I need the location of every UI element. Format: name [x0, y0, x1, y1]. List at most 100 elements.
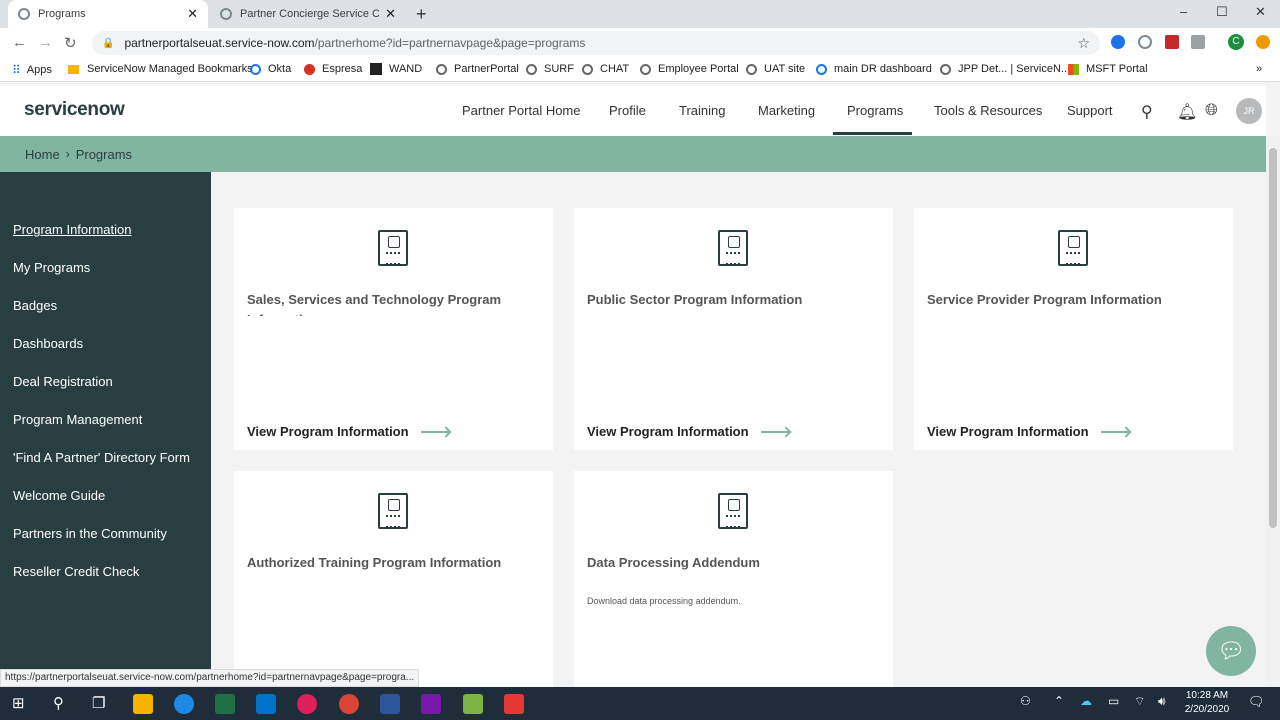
view-program-link[interactable]: View Program Information: [587, 424, 789, 439]
sidebar-item-find-a-partner[interactable]: 'Find A Partner' Directory Form: [13, 450, 190, 465]
slack-icon[interactable]: [297, 694, 317, 714]
internet-explorer-icon[interactable]: [174, 694, 194, 714]
breadcrumb-current: Programs: [75, 146, 133, 162]
bookmark-chat[interactable]: CHAT: [582, 63, 629, 75]
bookmark-partnerportal[interactable]: PartnerPortal: [436, 63, 519, 75]
extension-icon[interactable]: [1191, 35, 1205, 49]
chrome-icon[interactable]: [339, 694, 359, 714]
view-program-link[interactable]: View Program Information: [927, 424, 1129, 439]
close-tab-icon[interactable]: ✕: [187, 6, 198, 22]
user-avatar[interactable]: JR: [1236, 98, 1262, 124]
bookmark-employee-portal[interactable]: Employee Portal: [640, 63, 739, 75]
sidebar-item-program-management[interactable]: Program Management: [13, 412, 142, 427]
bookmark-jpp[interactable]: JPP Det... | ServiceN...: [940, 63, 1070, 75]
sidebar: Program Information My Programs Badges D…: [0, 172, 211, 687]
view-program-link[interactable]: View Program Information: [247, 424, 449, 439]
sidebar-item-partners-community[interactable]: Partners in the Community: [13, 526, 167, 541]
close-window-button[interactable]: ✕: [1255, 4, 1266, 20]
sidebar-item-badges[interactable]: Badges: [13, 298, 57, 313]
servicenow-favicon-icon: [18, 8, 30, 20]
program-card-data-processing[interactable]: Data Processing Addendum Download data p…: [574, 471, 893, 687]
breadcrumb: Home › Programs: [0, 136, 1266, 172]
globe-icon[interactable]: 🌐︎: [1205, 102, 1218, 120]
program-card-service-provider[interactable]: Service Provider Program Information Vie…: [914, 208, 1233, 450]
app-icon[interactable]: [504, 694, 524, 714]
card-title: Public Sector Program Information: [587, 292, 803, 307]
nav-partner-portal-home[interactable]: Partner Portal Home: [462, 103, 581, 118]
onenote-icon[interactable]: [421, 694, 441, 714]
chat-bubble-button[interactable]: 💬︎: [1206, 626, 1256, 676]
search-icon[interactable]: ⚲: [53, 694, 64, 712]
reload-icon[interactable]: ↻: [64, 34, 77, 52]
bookmark-surf[interactable]: SURF: [526, 63, 574, 75]
word-icon[interactable]: [380, 694, 400, 714]
sidebar-item-reseller-credit-check[interactable]: Reseller Credit Check: [13, 564, 139, 579]
back-arrow-icon[interactable]: ←: [12, 34, 27, 51]
bookmark-okta[interactable]: Okta: [250, 63, 291, 75]
browser-tab-programs[interactable]: Programs ✕: [8, 0, 208, 28]
nav-training[interactable]: Training: [679, 103, 725, 118]
extension-icon[interactable]: [1138, 35, 1152, 49]
file-explorer-icon[interactable]: [133, 694, 153, 714]
pdf-extension-icon[interactable]: [1165, 35, 1179, 49]
close-tab-icon[interactable]: ✕: [385, 6, 396, 22]
address-bar[interactable]: 🔒 partnerportalseuat.service-now.com/par…: [92, 31, 1100, 55]
bookmark-espresa[interactable]: Espresa: [304, 63, 362, 75]
clock-time: 10:28 AM: [1185, 690, 1229, 701]
new-tab-button[interactable]: +: [416, 4, 427, 25]
nav-support[interactable]: Support: [1067, 103, 1113, 118]
scrollbar-thumb[interactable]: [1269, 148, 1277, 528]
bookmarks-overflow-icon[interactable]: »: [1256, 63, 1262, 75]
extension-icon[interactable]: [1111, 35, 1125, 49]
program-card-public-sector[interactable]: Public Sector Program Information View P…: [574, 208, 893, 450]
update-icon[interactable]: [1256, 35, 1270, 49]
windows-start-icon[interactable]: ⊞: [12, 694, 25, 712]
bookmark-dr-dashboard[interactable]: main DR dashboard: [816, 63, 932, 75]
maximize-button[interactable]: ☐: [1216, 4, 1228, 20]
search-icon[interactable]: ⚲: [1141, 102, 1153, 122]
forward-arrow-icon[interactable]: →: [38, 34, 53, 51]
nav-tools-resources[interactable]: Tools & Resources: [934, 103, 1042, 118]
sidebar-item-program-information[interactable]: Program Information: [13, 222, 132, 237]
sidebar-item-my-programs[interactable]: My Programs: [13, 260, 90, 275]
breadcrumb-home[interactable]: Home: [25, 147, 60, 162]
browser-tab-concierge[interactable]: Partner Concierge Service Center ✕: [210, 0, 406, 28]
chevron-right-icon: ›: [65, 147, 70, 161]
nav-marketing[interactable]: Marketing: [758, 103, 815, 118]
card-title: Sales, Services and Technology Program I…: [247, 292, 502, 316]
nav-profile[interactable]: Profile: [609, 103, 646, 118]
system-clock[interactable]: 10:28 AM 2/20/2020: [1176, 689, 1238, 717]
bookmark-msft-portal[interactable]: MSFT Portal: [1068, 63, 1148, 75]
sidebar-item-dashboards[interactable]: Dashboards: [13, 336, 83, 351]
minimize-button[interactable]: –: [1180, 4, 1187, 19]
servicenow-icon: [940, 63, 951, 75]
excel-icon[interactable]: [215, 694, 235, 714]
sidebar-item-deal-registration[interactable]: Deal Registration: [13, 374, 113, 389]
onedrive-icon[interactable]: ☁: [1080, 694, 1092, 708]
nav-programs[interactable]: Programs: [847, 103, 903, 118]
servicenow-favicon-icon: [220, 8, 232, 20]
servicenow-logo[interactable]: servicenow: [24, 99, 125, 121]
sidebar-item-welcome-guide[interactable]: Welcome Guide: [13, 488, 105, 503]
volume-icon[interactable]: 🔊︎: [1158, 694, 1166, 709]
notifications-icon[interactable]: 🗨︎: [1248, 694, 1265, 710]
program-card-sales-services[interactable]: Sales, Services and Technology Program I…: [234, 208, 553, 450]
bookmark-folder[interactable]: ServiceNow Managed Bookmarks: [68, 63, 253, 75]
bookmark-star-icon[interactable]: ☆: [1077, 35, 1090, 52]
browser-tabstrip: Programs ✕ Partner Concierge Service Cen…: [0, 0, 1280, 28]
bookmark-apps[interactable]: ⠿ Apps: [12, 63, 52, 77]
bell-icon[interactable]: 🔔︎: [1177, 102, 1197, 122]
people-icon[interactable]: ⚇: [1020, 694, 1031, 708]
profile-avatar[interactable]: C: [1228, 34, 1244, 50]
program-card-authorized-training[interactable]: Authorized Training Program Information: [234, 471, 553, 687]
camtasia-icon[interactable]: [463, 694, 483, 714]
task-view-icon[interactable]: ❐: [92, 694, 105, 712]
outlook-icon[interactable]: [256, 694, 276, 714]
chevron-up-icon[interactable]: ⌃: [1054, 694, 1064, 708]
bookmark-uat-site[interactable]: UAT site: [746, 63, 805, 75]
wifi-icon[interactable]: ⌔: [1134, 694, 1145, 709]
page-scrollbar[interactable]: [1266, 136, 1280, 687]
bookmark-wand[interactable]: WAND: [370, 63, 422, 75]
folder-icon: [68, 64, 79, 74]
battery-icon[interactable]: ▭: [1108, 694, 1119, 708]
